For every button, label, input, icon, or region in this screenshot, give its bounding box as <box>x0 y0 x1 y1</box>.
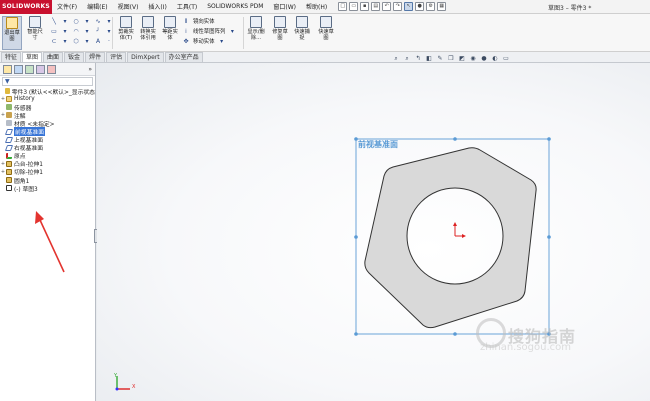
plane-handle[interactable] <box>453 332 457 336</box>
annotation-arrow <box>35 211 65 273</box>
sketch-origin-icon <box>453 222 466 238</box>
triad-y-label: Y <box>114 373 118 379</box>
plane-label: 前视基准面 <box>358 140 398 149</box>
plane-handle[interactable] <box>453 137 457 141</box>
plane-handle[interactable] <box>547 137 551 141</box>
triad-x-label: X <box>132 384 136 390</box>
hex-nut-sketch[interactable] <box>364 147 537 329</box>
plane-handle[interactable] <box>354 235 358 239</box>
plane-handle[interactable] <box>547 235 551 239</box>
watermark-url: zhinan.sogou.com <box>480 342 572 353</box>
view-triad <box>115 376 130 391</box>
plane-handle[interactable] <box>354 332 358 336</box>
